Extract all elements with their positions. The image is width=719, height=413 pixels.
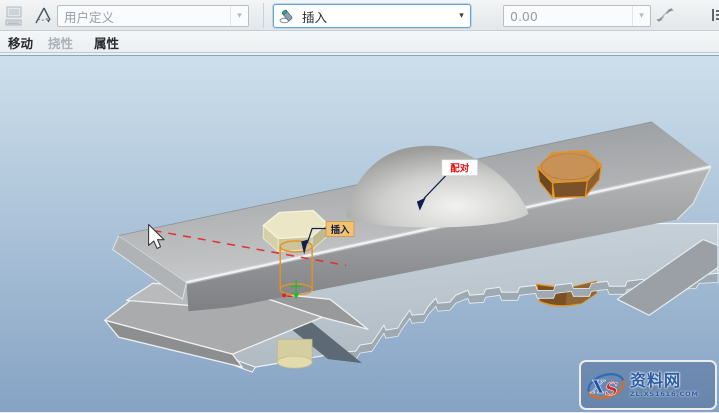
- insert-constraint-icon: [278, 7, 296, 25]
- toolbar-separator: [263, 3, 264, 28]
- svg-text:S: S: [605, 379, 618, 400]
- preset-combobox[interactable]: 用户定义 ▾: [57, 5, 249, 27]
- constraint-type-value: 插入: [296, 7, 453, 26]
- tab-properties[interactable]: 属性: [94, 33, 119, 52]
- clipped-toolbar-icon: [710, 5, 719, 25]
- chevron-down-icon: ▾: [632, 6, 650, 26]
- tab-flexibility[interactable]: 挠性: [48, 33, 73, 52]
- watermark-name: 资料网: [630, 373, 699, 389]
- tab-move[interactable]: 移动: [8, 33, 33, 52]
- model-viewport[interactable]: 插入 配对 X S 资料网 ZL.XS1616.COM: [0, 55, 719, 412]
- component-window-button[interactable]: [3, 4, 27, 28]
- watermark-logo: X S: [584, 366, 628, 404]
- constraint-type-combobox[interactable]: 插入 ▾: [273, 4, 471, 28]
- bolt-shank-bottom[interactable]: [277, 339, 312, 368]
- component-window-icon: [4, 5, 26, 27]
- watermark-url: ZL.XS1616.COM: [630, 391, 699, 398]
- panel-tabs: 移动 挠性 属性: [0, 31, 719, 53]
- angle-drag-icon: [31, 5, 53, 27]
- svg-text:X: X: [590, 377, 606, 398]
- drag-component-button[interactable]: [30, 4, 54, 28]
- watermark: X S 资料网 ZL.XS1616.COM: [579, 360, 717, 410]
- assembly-toolbar: 用户定义 ▾ 插入 ▾ 0.00 ▾: [0, 0, 719, 31]
- assembly-scene: 插入 配对: [0, 56, 719, 412]
- flip-arrows-icon: [655, 6, 675, 24]
- offset-value-combobox[interactable]: 0.00 ▾: [503, 5, 651, 27]
- preset-value: 用户定义: [58, 7, 230, 26]
- chevron-down-icon[interactable]: ▾: [453, 5, 470, 27]
- chevron-down-icon[interactable]: ▾: [230, 6, 248, 26]
- mate-tag-label: 配对: [450, 163, 469, 175]
- offset-value: 0.00: [504, 9, 632, 24]
- insert-tag-label: 插入: [331, 224, 350, 236]
- flip-constraint-button[interactable]: [653, 4, 677, 26]
